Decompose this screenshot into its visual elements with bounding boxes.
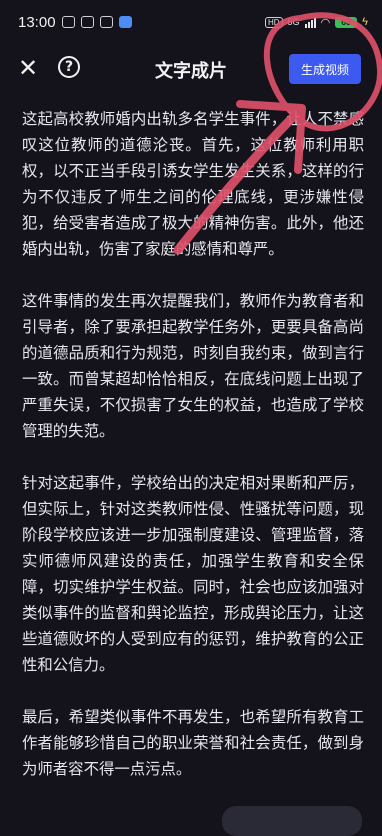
- status-bar: 13:00 HD 5G ◠ 63 ϟ: [0, 0, 382, 44]
- generate-video-button[interactable]: 生成视频: [288, 54, 361, 84]
- network-label: 5G: [287, 17, 300, 27]
- gallery-icon: [80, 16, 94, 28]
- wifi-icon: ◠: [320, 16, 331, 29]
- nav-bar: ✕ ? 文字成片 生成视频: [0, 44, 382, 94]
- battery-icon: 63: [335, 16, 358, 28]
- status-right: HD 5G ◠ 63 ϟ: [264, 16, 368, 29]
- status-time: 13:00: [18, 13, 56, 31]
- signal-icon: [304, 16, 316, 28]
- paragraph-2: 这件事情的发生再次提醒我们，教师作为教育者和引导者，除了要承担起教学任务外，更要…: [22, 292, 364, 440]
- notification-icon: [61, 16, 75, 28]
- paragraph-1: 这起高校教师婚内出轨多名学生事件，让人不禁感叹这位教师的道德沦丧。首先，这位教师…: [22, 110, 364, 258]
- hd-badge: HD: [264, 16, 283, 28]
- paragraph-3: 针对这起事件，学校给出的决定相对果断和严厉，但实际上，针对这类教师性侵、性骚扰等…: [22, 474, 364, 674]
- paragraph-4: 最后，希望类似事件不再发生，也希望所有教育工作者能够珍惜自己的职业荣誉和社会责任…: [22, 708, 364, 778]
- cloud-icon: [99, 16, 113, 28]
- bottom-handle: [222, 806, 362, 836]
- status-left: 13:00: [18, 14, 132, 31]
- charging-icon: ϟ: [362, 16, 368, 28]
- article-text[interactable]: 这起高校教师婚内出轨多名学生事件，让人不禁感叹这位教师的道德沦丧。首先，这位教师…: [22, 106, 364, 808]
- app-icon: [118, 16, 132, 28]
